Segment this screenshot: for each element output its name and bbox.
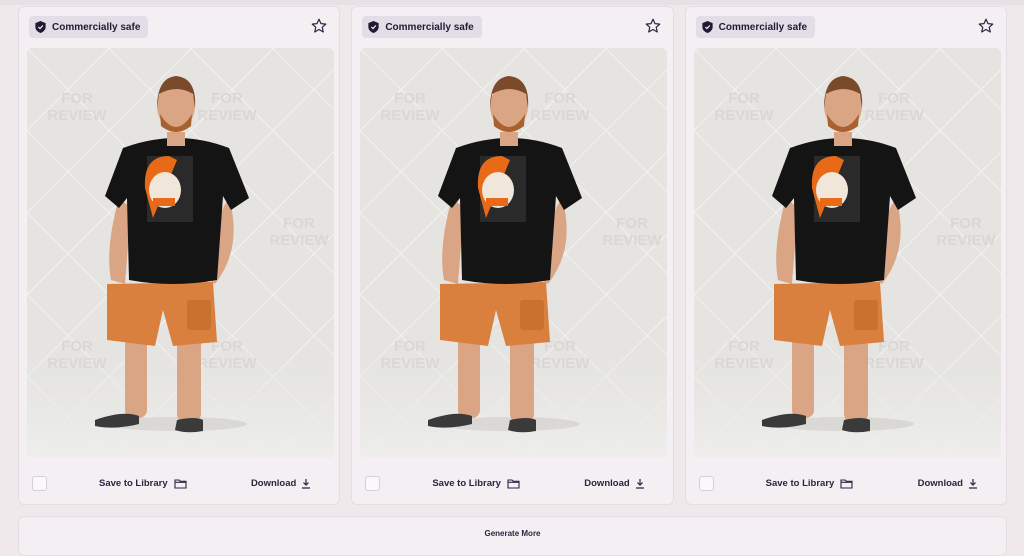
download-button[interactable]: Download [584,474,644,492]
shield-icon [35,21,46,33]
watermark-text: REVIEW [47,355,107,372]
watermark-text: FOR [728,90,760,107]
download-button[interactable]: Download [251,474,311,492]
watermark-text: REVIEW [197,355,257,372]
star-icon[interactable] [311,18,327,34]
result-card: Commercially safe FOR REVIEW FOR REVIEW … [351,6,674,505]
result-card: Commercially safe FOR REVIEW FOR REVIEW … [684,6,1007,505]
watermark-text: REVIEW [864,355,924,372]
watermark-text: REVIEW [381,355,441,372]
watermark-text: REVIEW [936,232,996,249]
watermark-text: REVIEW [714,355,774,372]
generate-more-button[interactable]: Generate More [18,516,1007,556]
watermark-text: REVIEW [47,107,107,124]
watermark-text: FOR [394,338,426,355]
model-photo: FOR REVIEW FOR REVIEW FOR REVIEW FOR REV… [693,48,1001,458]
folder-icon [507,478,520,489]
watermark-text: FOR [878,90,910,107]
select-checkbox[interactable] [365,476,381,491]
card-footer: Save to Library Download [352,460,672,504]
commercially-safe-badge: Commercially safe [695,16,816,38]
watermark-text: FOR [61,338,93,355]
save-to-library-button[interactable]: Save to Library [99,474,187,492]
watermark-text: FOR [544,90,576,107]
top-strip [0,0,1024,5]
download-icon [302,478,311,489]
watermark-text: REVIEW [714,107,774,124]
shield-icon [702,21,713,33]
watermark-text: FOR [211,90,243,107]
save-label: Save to Library [765,477,835,489]
badge-label: Commercially safe [385,21,474,33]
folder-icon [174,478,187,489]
watermark-text: FOR [283,215,315,232]
download-button[interactable]: Download [918,474,978,492]
generated-image[interactable]: FOR REVIEW FOR REVIEW FOR REVIEW FOR REV… [27,48,334,458]
download-label: Download [584,477,630,489]
watermark-text: REVIEW [531,107,591,124]
watermark-text: FOR [616,215,648,232]
result-card: Commercially safe FOR REVIEW FOR REVIEW … [18,6,341,505]
save-label: Save to Library [432,477,501,489]
watermark-text: FOR [394,90,426,107]
select-checkbox[interactable] [32,476,47,491]
watermark-text: REVIEW [603,232,663,249]
watermark-text: FOR [950,215,982,232]
model-photo: FOR REVIEW FOR REVIEW FOR REVIEW FOR REV… [27,48,334,458]
watermark-text: FOR [728,338,760,355]
generated-image[interactable]: FOR REVIEW FOR REVIEW FOR REVIEW FOR REV… [693,48,1001,458]
watermark-text: REVIEW [531,355,591,372]
watermark-text: REVIEW [381,107,441,124]
save-to-library-button[interactable]: Save to Library [766,474,854,492]
card-footer: Save to Library Download [19,460,339,504]
download-label: Download [917,477,963,489]
watermark-text: FOR [61,90,93,107]
save-label: Save to Library [99,477,168,489]
star-icon[interactable] [978,18,994,34]
generate-more-label: Generate More [484,529,541,538]
badge-label: Commercially safe [52,21,141,33]
commercially-safe-badge: Commercially safe [362,16,482,38]
results-grid: Commercially safe FOR REVIEW FOR REVIEW … [18,6,1007,506]
download-label: Download [250,477,297,489]
watermark-text: REVIEW [197,107,257,124]
download-icon [968,478,977,489]
badge-label: Commercially safe [718,21,808,33]
save-to-library-button[interactable]: Save to Library [432,474,520,492]
watermark-text: REVIEW [864,107,924,124]
generated-image[interactable]: FOR REVIEW FOR REVIEW FOR REVIEW FOR REV… [360,48,668,458]
select-checkbox[interactable] [698,476,714,491]
commercially-safe-badge: Commercially safe [29,16,149,38]
watermark-text: REVIEW [269,232,329,249]
model-photo: FOR REVIEW FOR REVIEW FOR REVIEW FOR REV… [360,48,668,458]
shield-icon [368,21,379,33]
card-footer: Save to Library Download [686,460,1006,504]
folder-icon [840,478,853,489]
download-icon [635,478,644,489]
star-icon[interactable] [645,18,661,34]
